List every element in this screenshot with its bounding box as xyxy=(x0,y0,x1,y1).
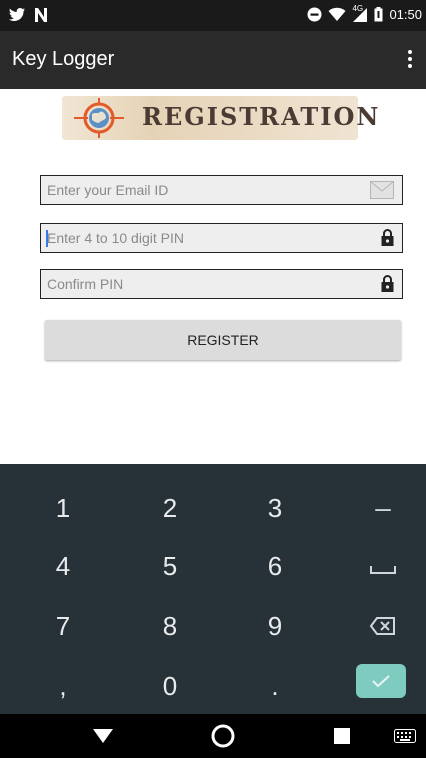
clock: 01:50 xyxy=(389,7,422,22)
app-bar: Key Logger xyxy=(0,31,426,89)
confirm-pin-input[interactable] xyxy=(41,270,361,298)
key-8[interactable]: 8 xyxy=(117,596,223,656)
n-notification-icon xyxy=(34,7,48,23)
email-field[interactable] xyxy=(40,175,403,205)
pin-field[interactable] xyxy=(40,223,403,253)
globe-icon xyxy=(74,98,124,138)
done-key[interactable] xyxy=(356,664,406,698)
key-9[interactable]: 9 xyxy=(222,596,328,656)
wifi-icon xyxy=(328,7,346,22)
battery-icon xyxy=(374,7,383,22)
envelope-icon xyxy=(370,181,394,199)
do-not-disturb-icon xyxy=(307,7,322,22)
keyboard-switch-icon[interactable] xyxy=(394,729,416,743)
status-bar: 4G 01:50 xyxy=(0,0,426,31)
banner-title: REGISTRATION xyxy=(142,102,381,131)
key-0[interactable]: 0 xyxy=(117,656,223,716)
check-icon xyxy=(372,675,390,688)
back-triangle-icon[interactable] xyxy=(92,728,114,744)
key-period[interactable]: . xyxy=(222,656,328,716)
key-5[interactable]: 5 xyxy=(117,536,223,596)
register-button[interactable]: REGISTER xyxy=(45,320,401,360)
app-title: Key Logger xyxy=(12,48,115,70)
cell-signal-icon: 4G xyxy=(352,4,368,22)
email-input[interactable] xyxy=(41,176,361,204)
key-7[interactable]: 7 xyxy=(10,596,116,656)
home-circle-icon[interactable] xyxy=(210,723,236,749)
network-label: 4G xyxy=(352,4,364,13)
recents-square-icon[interactable] xyxy=(334,728,350,744)
navigation-bar xyxy=(0,714,426,758)
text-cursor xyxy=(46,230,48,247)
space-key[interactable] xyxy=(330,536,426,596)
more-vert-icon[interactable] xyxy=(404,48,416,72)
key-2[interactable]: 2 xyxy=(117,478,223,538)
confirm-pin-field[interactable] xyxy=(40,269,403,299)
backspace-key[interactable] xyxy=(330,596,426,656)
registration-banner: REGISTRATION xyxy=(62,96,378,140)
key-6[interactable]: 6 xyxy=(222,536,328,596)
key-minus[interactable]: – xyxy=(330,478,426,538)
key-4[interactable]: 4 xyxy=(10,536,116,596)
pin-input[interactable] xyxy=(41,224,361,252)
lock-icon xyxy=(381,229,394,246)
numeric-keyboard: 1 2 3 – 4 5 6 7 8 9 , 0 . xyxy=(0,464,426,714)
key-1[interactable]: 1 xyxy=(10,478,116,538)
twitter-icon xyxy=(8,7,26,23)
space-icon xyxy=(370,566,396,574)
lock-icon xyxy=(381,275,394,292)
key-3[interactable]: 3 xyxy=(222,478,328,538)
key-comma[interactable]: , xyxy=(10,656,116,716)
backspace-icon xyxy=(369,617,395,635)
